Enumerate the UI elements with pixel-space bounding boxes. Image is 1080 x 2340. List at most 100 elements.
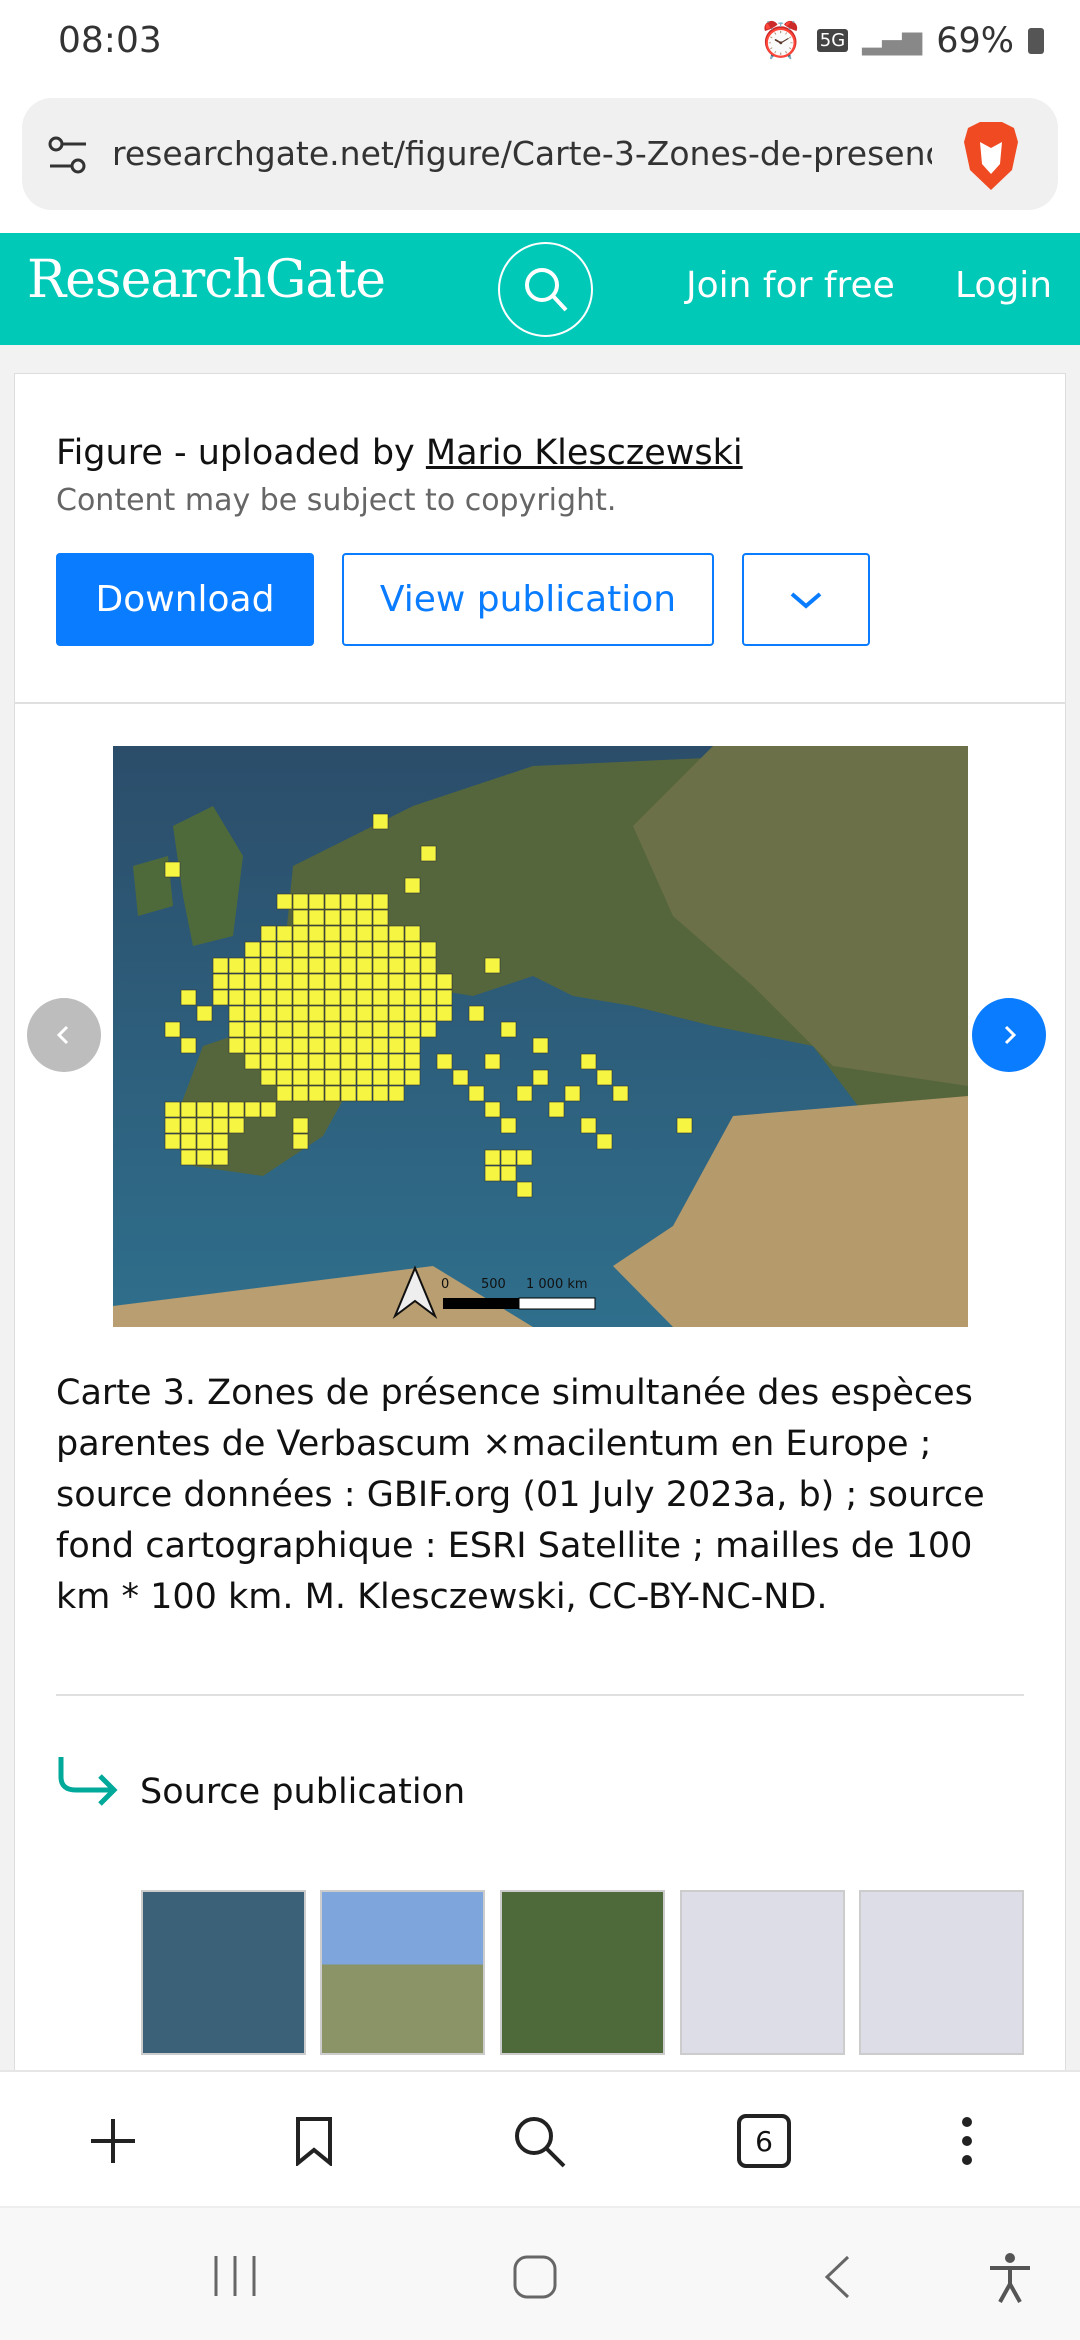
grid-cell [180, 1149, 197, 1166]
grid-cell [308, 925, 325, 942]
more-options-button[interactable] [742, 553, 870, 646]
thumbnail-placeholder[interactable] [680, 1890, 845, 2055]
grid-cell [276, 941, 293, 958]
grid-cell [516, 1149, 533, 1166]
url-text[interactable]: researchgate.net/figure/Carte-3-Zones-de… [112, 134, 932, 173]
grid-cell [420, 845, 437, 862]
home-icon[interactable] [512, 2254, 558, 2300]
grid-cell [388, 1053, 405, 1070]
grid-cell [324, 1037, 341, 1054]
grid-cell [372, 1021, 389, 1038]
grid-cell [580, 1117, 597, 1134]
grid-cell [340, 1021, 357, 1038]
download-button[interactable]: Download [56, 553, 314, 646]
grid-cell [244, 941, 261, 958]
search-icon[interactable] [512, 2114, 568, 2170]
grid-cell [500, 1117, 517, 1134]
researchgate-logo[interactable]: ResearchGate [27, 250, 386, 310]
search-button[interactable] [498, 242, 593, 337]
site-settings-icon[interactable] [46, 134, 90, 178]
grid-cell [292, 925, 309, 942]
bookmark-icon[interactable] [294, 2116, 334, 2166]
grid-cell [532, 1037, 549, 1054]
thumbnail-placeholder[interactable] [859, 1890, 1024, 2055]
grid-cell [500, 1165, 517, 1182]
grid-cell [436, 989, 453, 1006]
grid-cell [356, 957, 373, 974]
chevron-right-icon [1004, 1025, 1017, 1045]
grid-cell [372, 893, 389, 910]
new-tab-icon[interactable] [88, 2116, 138, 2166]
grid-cell [420, 957, 437, 974]
grid-cell [372, 957, 389, 974]
figure-map-image[interactable]: 0 500 1 000 km [113, 746, 968, 1327]
grid-cell [500, 1149, 517, 1166]
grid-cell [212, 957, 229, 974]
grid-cell [388, 1069, 405, 1086]
grid-cell [340, 941, 357, 958]
grid-cell [196, 1005, 213, 1022]
grid-cell [372, 973, 389, 990]
grid-cell [196, 1101, 213, 1118]
grid-cell [388, 1021, 405, 1038]
uploader-link[interactable]: Mario Klesczewski [426, 433, 743, 473]
thumbnail-plant-field[interactable] [320, 1890, 485, 2055]
grid-cell [596, 1069, 613, 1086]
previous-figure-button[interactable] [27, 998, 101, 1072]
grid-cell [244, 1101, 261, 1118]
grid-cell [292, 1069, 309, 1086]
scale-label: 0 [441, 1277, 449, 1292]
grid-cell [420, 973, 437, 990]
grid-cell [452, 1069, 469, 1086]
grid-cell [308, 957, 325, 974]
menu-dots-icon[interactable] [955, 2116, 979, 2166]
copyright-note: Content may be subject to copyright. [56, 483, 617, 518]
grid-cell [244, 1053, 261, 1070]
grid-cell [420, 941, 437, 958]
tabs-button[interactable]: 6 [737, 2114, 791, 2168]
grid-cell [420, 1005, 437, 1022]
join-link[interactable]: Join for free [686, 265, 895, 306]
grid-cell [404, 1053, 421, 1070]
grid-cell [308, 989, 325, 1006]
grid-cell [292, 989, 309, 1006]
grid-cell [404, 989, 421, 1006]
grid-cell [292, 1005, 309, 1022]
grid-cell [228, 973, 245, 990]
grid-cell [308, 1053, 325, 1070]
grid-cell [404, 877, 421, 894]
thumbnail-plant-leaves[interactable] [500, 1890, 665, 2055]
grid-cell [260, 1037, 277, 1054]
grid-cell [260, 941, 277, 958]
grid-cell [164, 1101, 181, 1118]
alarm-icon: ⏰ [759, 21, 803, 61]
browser-toolbar: 6 [0, 2070, 1080, 2206]
brave-lion-icon[interactable] [960, 120, 1022, 192]
grid-cell [228, 1117, 245, 1134]
view-publication-button[interactable]: View publication [342, 553, 714, 646]
grid-cell [404, 1005, 421, 1022]
grid-cell [436, 1053, 453, 1070]
grid-cell [228, 1005, 245, 1022]
recent-apps-icon[interactable] [212, 2254, 258, 2298]
grid-cell [292, 1133, 309, 1150]
grid-cell [244, 1005, 261, 1022]
grid-cell [564, 1085, 581, 1102]
grid-cell [164, 861, 181, 878]
grid-cell [308, 1085, 325, 1102]
accessibility-icon[interactable] [986, 2252, 1034, 2304]
grid-cell [212, 1133, 229, 1150]
grid-cell [212, 989, 229, 1006]
grid-cell [324, 925, 341, 942]
back-icon[interactable] [822, 2254, 852, 2300]
grid-cell [292, 1085, 309, 1102]
chevron-left-icon [56, 1025, 69, 1045]
login-link[interactable]: Login [955, 265, 1052, 306]
battery-level: 69% [936, 20, 1014, 61]
next-figure-button[interactable] [972, 998, 1046, 1072]
grid-cell [260, 1021, 277, 1038]
thumbnail-map[interactable] [141, 1890, 306, 2055]
grid-cell [356, 1069, 373, 1086]
scale-label: 1 000 km [526, 1277, 588, 1292]
grid-cell [404, 941, 421, 958]
